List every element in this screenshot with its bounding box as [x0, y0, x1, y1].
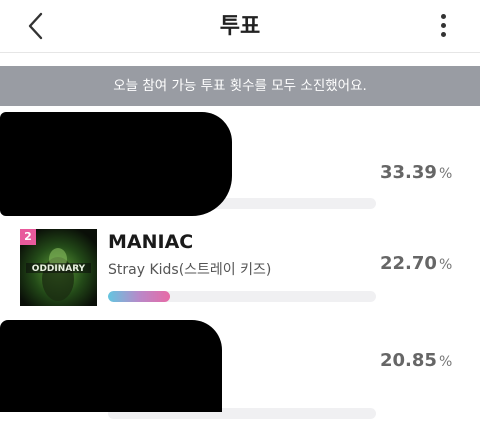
app-header: 투표 [0, 0, 480, 53]
vote-progress-bar [108, 291, 376, 302]
vote-percent: 33.39% [380, 162, 460, 183]
more-vertical-icon [441, 14, 446, 19]
song-title: MANIAC [108, 231, 194, 253]
artist-name: Stray Kids(스트레이 키즈) [108, 262, 272, 278]
page-title: 투표 [219, 14, 261, 39]
rank-badge: 2 [20, 229, 36, 245]
more-options-button[interactable] [432, 10, 456, 42]
more-vertical-icon-dot [441, 32, 446, 37]
vote-entry[interactable]: ODDINARY 2 MANIAC Stray Kids(스트레이 키즈) 22… [0, 229, 480, 329]
redaction-mark [0, 320, 222, 412]
percent-unit: % [438, 257, 453, 273]
vote-percent-value: 20.85 [380, 350, 437, 371]
redaction-mark [0, 112, 232, 216]
more-vertical-icon-dot [441, 23, 446, 28]
vote-percent-value: 33.39 [380, 162, 437, 183]
percent-unit: % [438, 166, 453, 182]
album-cover: ODDINARY 2 [20, 229, 97, 306]
percent-unit: % [438, 354, 453, 370]
vote-percent: 20.85% [380, 350, 460, 371]
vote-progress-fill [108, 291, 170, 302]
vote-percent: 22.70% [380, 253, 460, 274]
vote-percent-value: 22.70 [380, 253, 437, 274]
vote-limit-notice: 오늘 참여 가능 투표 횟수를 모두 소진했어요. [0, 66, 480, 106]
album-title-text: ODDINARY [32, 264, 86, 274]
